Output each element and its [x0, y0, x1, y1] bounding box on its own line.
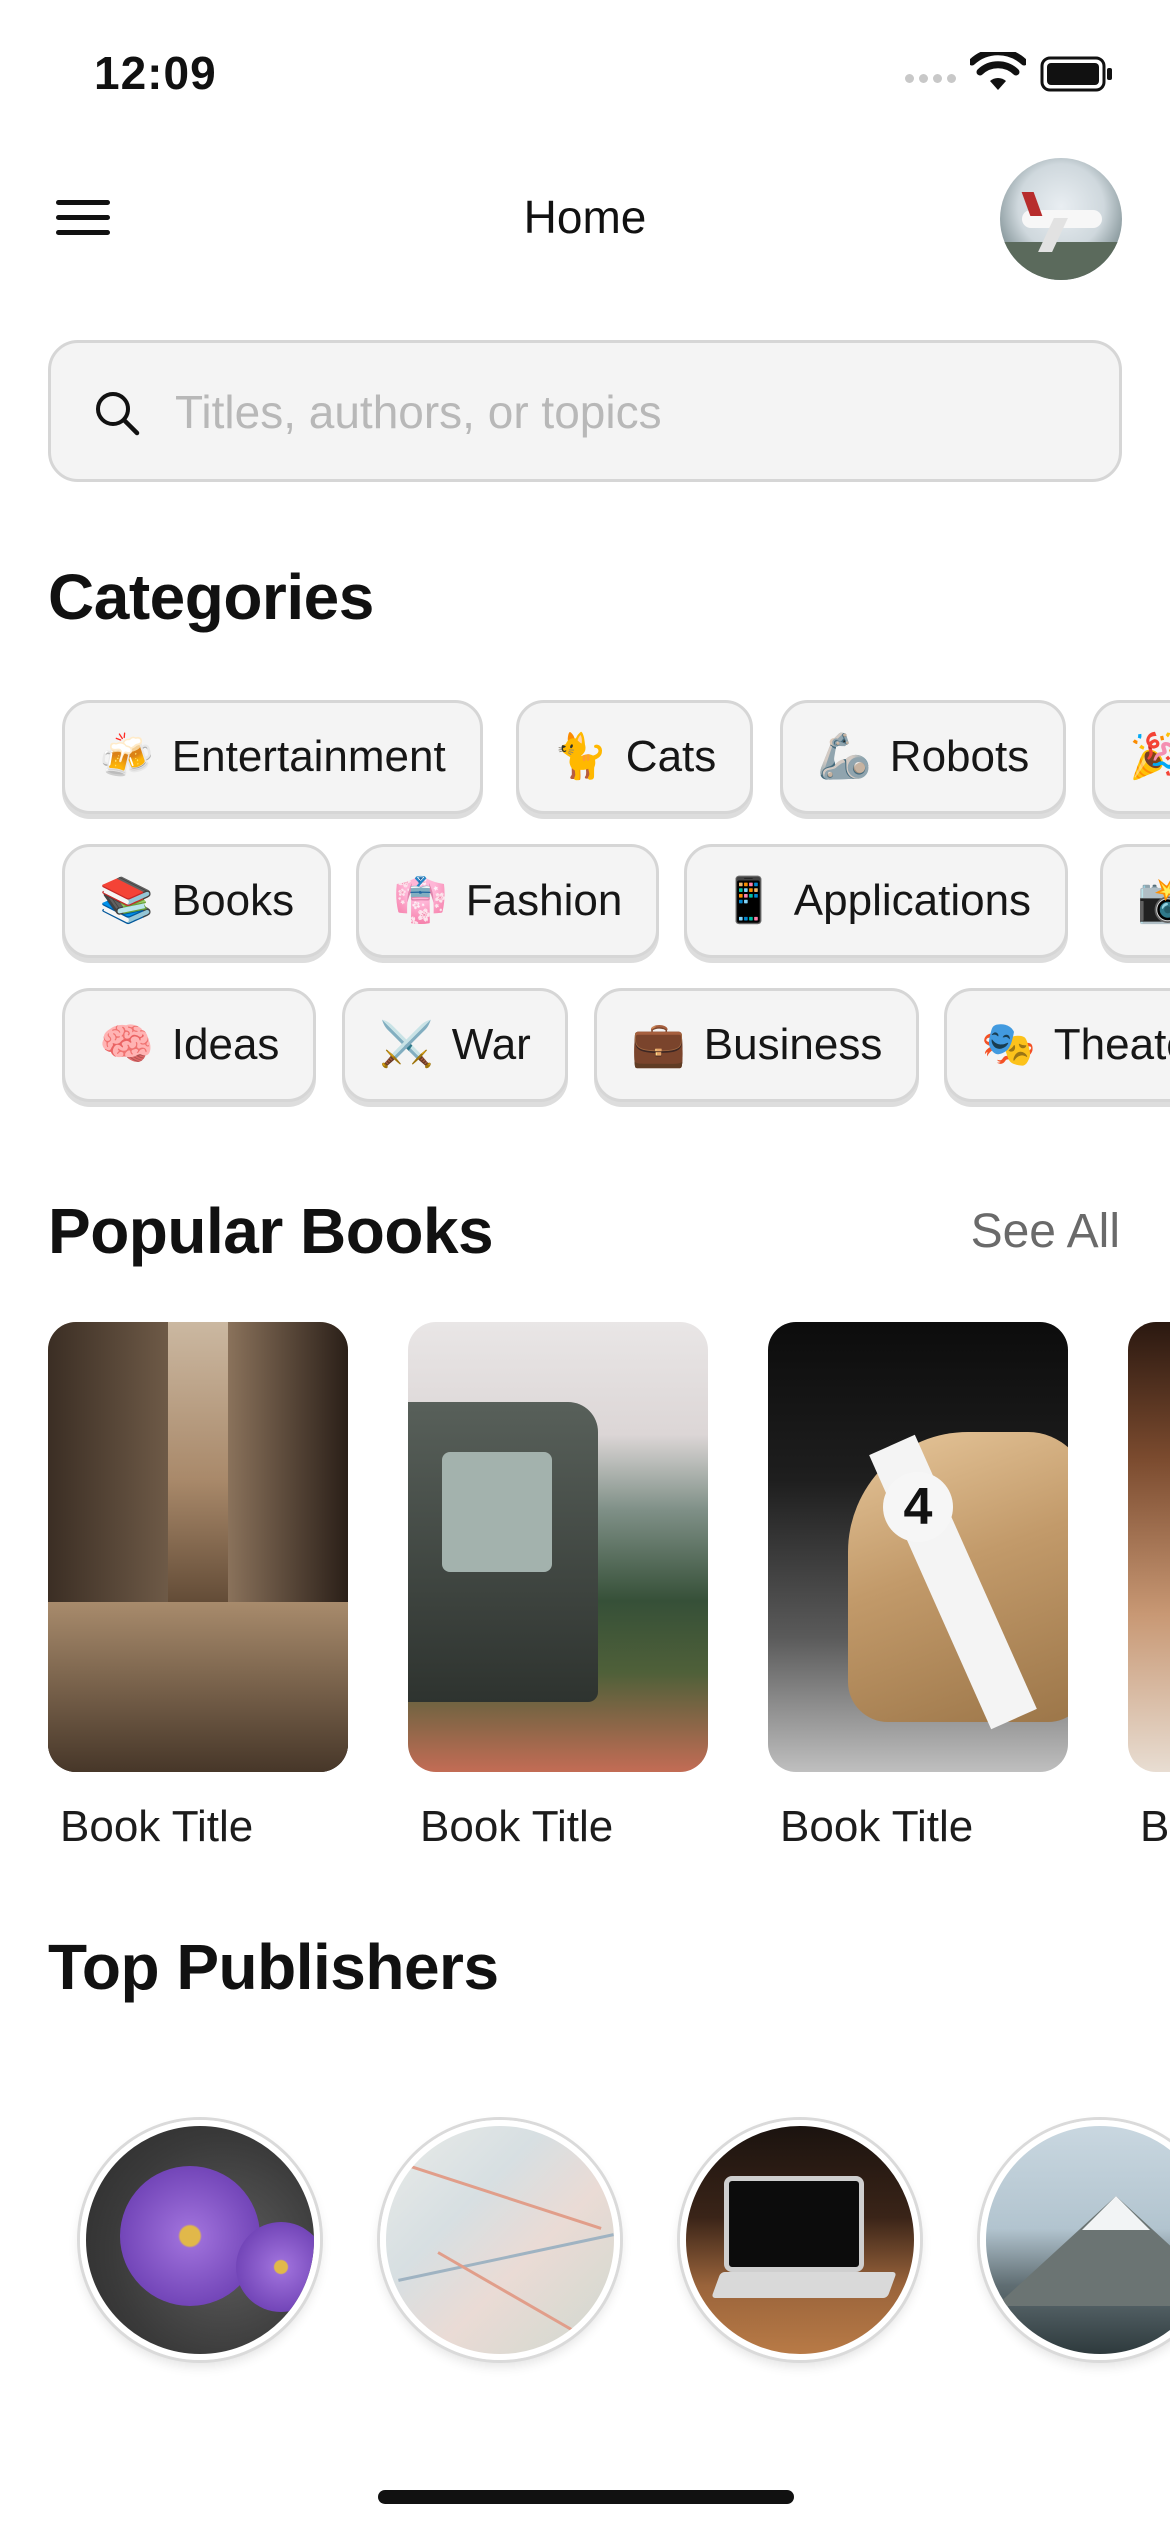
chip-label: Books: [171, 876, 295, 925]
book-card[interactable]: 4 Book Title: [768, 1322, 1068, 1851]
party-popper-icon: 🎉: [1129, 731, 1170, 782]
categories-title: Categories: [48, 561, 374, 633]
race-number: 4: [883, 1472, 953, 1542]
cellular-signal-icon: [905, 68, 961, 88]
book-title: Book Title: [60, 1802, 254, 1851]
chip-label: Applications: [793, 876, 1032, 925]
chip-label: Entertainment: [171, 732, 446, 781]
book-title: B: [1140, 1802, 1170, 1851]
category-chip-theater[interactable]: 🎭 Theate: [944, 988, 1170, 1102]
publisher-avatar[interactable]: [680, 2120, 920, 2360]
book-cover: 4: [768, 1322, 1068, 1772]
book-card[interactable]: Book Title: [408, 1322, 708, 1851]
briefcase-icon: 💼: [631, 1019, 686, 1070]
books-icon: 📚: [99, 875, 154, 926]
hamburger-menu-icon[interactable]: [54, 196, 114, 240]
camera-flash-icon: 📸: [1137, 875, 1170, 926]
book-title: Book Title: [780, 1802, 974, 1851]
crossed-swords-icon: ⚔️: [379, 1019, 434, 1070]
brain-icon: 🧠: [99, 1019, 154, 1070]
mobile-phone-icon: 📱: [721, 875, 776, 926]
publisher-avatar[interactable]: [380, 2120, 620, 2360]
chip-label: War: [451, 1020, 531, 1069]
categories-row-3: 🧠 Ideas ⚔️ War 💼 Business 🎭 Theate: [0, 988, 1170, 1108]
battery-icon: [1040, 56, 1112, 92]
category-chip-party[interactable]: 🎉: [1092, 700, 1170, 814]
kimono-icon: 👘: [393, 875, 448, 926]
search-icon: [96, 392, 140, 436]
category-chip-books[interactable]: 📚 Books: [62, 844, 332, 958]
book-card[interactable]: B: [1128, 1322, 1170, 1862]
book-cover: [408, 1322, 708, 1772]
see-all-link[interactable]: See All: [971, 1204, 1120, 1259]
chip-label: Ideas: [171, 1020, 280, 1069]
publisher-avatar[interactable]: [980, 2120, 1170, 2360]
chip-label: Business: [703, 1020, 883, 1069]
chip-label: Fashion: [465, 876, 623, 925]
book-title: Book Title: [420, 1802, 614, 1851]
home-screen: 12:09 Home Categories: [0, 0, 1170, 2532]
category-chip-photography[interactable]: 📸: [1100, 844, 1170, 958]
beer-icon: 🍻: [99, 731, 154, 782]
category-chip-ideas[interactable]: 🧠 Ideas: [62, 988, 317, 1102]
top-publishers-title: Top Publishers: [48, 1931, 499, 2003]
popular-books-title: Popular Books: [48, 1195, 494, 1267]
wifi-icon: [970, 52, 1026, 90]
search-bar[interactable]: [48, 340, 1122, 482]
category-chip-business[interactable]: 💼 Business: [594, 988, 920, 1102]
category-chip-war[interactable]: ⚔️ War: [342, 988, 568, 1102]
search-input[interactable]: [175, 373, 1075, 451]
chip-label: Theate: [1053, 1020, 1170, 1069]
cat-icon: 🐈: [553, 731, 608, 782]
status-bar: 12:09: [0, 0, 1170, 150]
categories-row-1: 🍻 Entertainment 🐈 Cats 🦾 Robots 🎉: [0, 700, 1170, 820]
category-chip-robots[interactable]: 🦾 Robots: [780, 700, 1067, 814]
categories-row-2: 📚 Books 👘 Fashion 📱 Applications 📸: [0, 844, 1170, 964]
status-time: 12:09: [94, 47, 217, 99]
robot-arm-icon: 🦾: [817, 731, 872, 782]
chip-label: Cats: [625, 732, 717, 781]
chip-label: Robots: [889, 732, 1030, 781]
profile-avatar[interactable]: [1000, 158, 1122, 280]
page-title: Home: [523, 191, 647, 243]
book-cover: [48, 1322, 348, 1772]
book-cover: [1128, 1322, 1170, 1772]
publisher-avatar[interactable]: [80, 2120, 320, 2360]
book-card[interactable]: Book Title: [48, 1322, 348, 1851]
category-chip-fashion[interactable]: 👘 Fashion: [356, 844, 660, 958]
home-indicator: [378, 2490, 794, 2504]
theater-masks-icon: 🎭: [981, 1019, 1036, 1070]
category-chip-entertainment[interactable]: 🍻 Entertainment: [62, 700, 483, 814]
category-chip-applications[interactable]: 📱 Applications: [684, 844, 1069, 958]
category-chip-cats[interactable]: 🐈 Cats: [516, 700, 754, 814]
